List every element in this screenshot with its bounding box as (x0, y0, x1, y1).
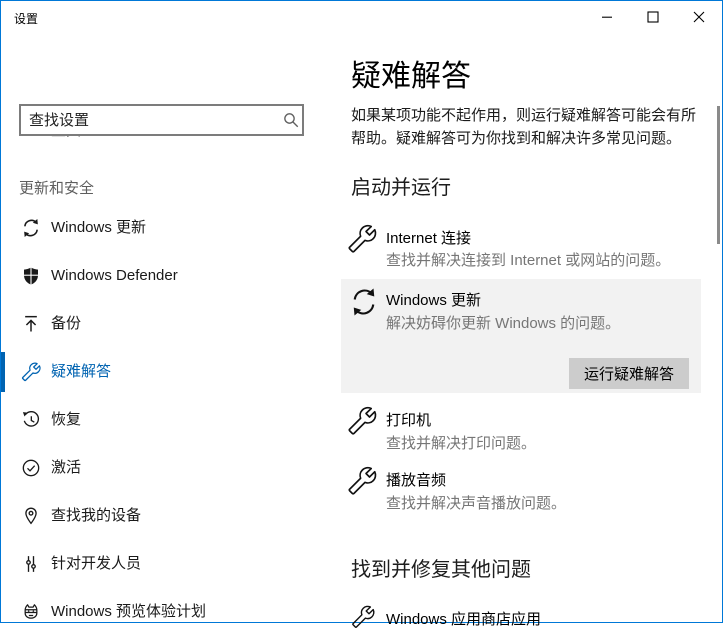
page-description: 如果某项功能不起作用，则运行疑难解答可能会有所帮助。疑难解答可为你找到和解决许多… (351, 107, 697, 147)
check-circle-icon (21, 458, 41, 478)
item-title: Windows 更新 (386, 292, 482, 309)
wrench-icon (347, 466, 377, 496)
troubleshoot-item-printer[interactable]: 打印机 查找并解决打印问题。 (341, 401, 701, 453)
item-title: 打印机 (386, 412, 432, 429)
troubleshoot-item-windows-update[interactable]: Windows 更新 解决妨碍你更新 Windows 的问题。 运行疑难解答 (341, 279, 701, 393)
sidebar-item-home[interactable]: 主页 (1, 56, 331, 139)
close-icon (693, 11, 705, 23)
close-button[interactable] (675, 1, 722, 32)
sidebar-item-backup[interactable]: 备份 (1, 304, 331, 344)
sidebar-item-label: 激活 (51, 459, 82, 476)
wrench-icon (21, 362, 41, 382)
sidebar-section-header: 更新和安全 (19, 180, 95, 197)
selected-indicator (1, 352, 5, 392)
sidebar-item-windows-defender[interactable]: Windows Defender (1, 256, 331, 296)
upload-arrow-icon (21, 314, 41, 334)
sidebar-item-windows-update[interactable]: Windows 更新 (1, 208, 331, 248)
window-title: 设置 (14, 12, 39, 26)
search-input[interactable] (19, 104, 304, 136)
developer-icon (21, 554, 41, 574)
item-subtitle: 查找并解决打印问题。 (386, 435, 537, 452)
sidebar-item-label: Windows 预览体验计划 (51, 603, 207, 620)
scrollbar-thumb[interactable] (717, 106, 720, 244)
sidebar-item-troubleshoot[interactable]: 疑难解答 (1, 352, 331, 392)
troubleshoot-item-playing-audio[interactable]: 播放音频 查找并解决声音播放问题。 (341, 461, 701, 513)
run-troubleshooter-button[interactable]: 运行疑难解答 (569, 358, 689, 389)
troubleshoot-item-internet-connections[interactable]: Internet 连接 查找并解决连接到 Internet 或网站的问题。 (341, 219, 701, 271)
item-title: Windows 应用商店应用 (386, 611, 542, 628)
shield-icon (21, 266, 41, 286)
sidebar-item-activation[interactable]: 激活 (1, 448, 331, 488)
sidebar-item-find-my-device[interactable]: 查找我的设备 (1, 496, 331, 536)
sidebar-item-recovery[interactable]: 恢复 (1, 400, 331, 440)
item-subtitle: 查找并解决声音播放问题。 (386, 495, 567, 512)
item-subtitle: 查找并解决连接到 Internet 或网站的问题。 (386, 252, 671, 269)
sync-icon (349, 287, 379, 317)
wrench-icon (347, 406, 377, 436)
item-title: Internet 连接 (386, 230, 472, 247)
maximize-icon (646, 10, 659, 23)
section-header-get-up-and-running: 启动并运行 (351, 177, 451, 199)
wrench-icon (351, 605, 375, 629)
page-title: 疑难解答 (351, 60, 471, 93)
item-subtitle: 解决妨碍你更新 Windows 的问题。 (386, 315, 621, 332)
maximize-button[interactable] (629, 1, 676, 32)
wrench-icon (347, 224, 377, 254)
troubleshoot-item-windows-store-apps[interactable]: Windows 应用商店应用 (341, 601, 701, 631)
sidebar-item-label: 针对开发人员 (51, 555, 142, 572)
sidebar-item-label: 疑难解答 (51, 363, 112, 380)
sidebar-item-label: 查找我的设备 (51, 507, 142, 524)
sidebar-item-label: 恢复 (51, 411, 82, 428)
map-pin-icon (21, 506, 41, 526)
item-title: 播放音频 (386, 472, 447, 489)
ninja-cat-icon (21, 602, 41, 622)
sidebar-item-label: 备份 (51, 315, 82, 332)
section-header-find-and-fix-other-problems: 找到并修复其他问题 (351, 559, 531, 581)
sidebar-item-label: Windows 更新 (51, 219, 147, 236)
history-icon (21, 410, 41, 430)
sync-icon (21, 218, 41, 238)
sidebar-item-label: Windows Defender (51, 267, 178, 284)
sidebar-item-windows-insider[interactable]: Windows 预览体验计划 (1, 592, 331, 632)
minimize-button[interactable] (583, 1, 630, 32)
minimize-icon (601, 11, 613, 23)
sidebar-item-for-developers[interactable]: 针对开发人员 (1, 544, 331, 584)
